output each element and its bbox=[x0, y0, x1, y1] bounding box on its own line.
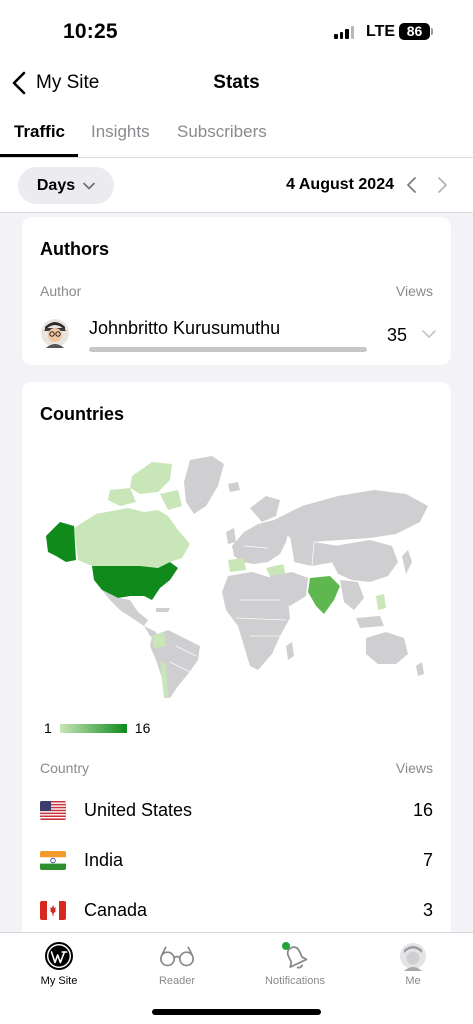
home-indicator bbox=[152, 1009, 321, 1015]
glasses-icon bbox=[159, 946, 195, 967]
author-column-header: Author bbox=[40, 283, 82, 299]
country-name: India bbox=[84, 850, 124, 870]
previous-period-button[interactable] bbox=[403, 174, 421, 196]
active-tab-indicator bbox=[0, 154, 78, 157]
tab-reader[interactable]: Reader bbox=[118, 941, 236, 987]
navigation-bar: My Site Stats bbox=[0, 60, 473, 108]
authors-card: Authors Author Views Johnbritto Kurusumu… bbox=[22, 217, 451, 365]
authors-title: Authors bbox=[40, 239, 109, 259]
russia-region bbox=[274, 490, 428, 542]
us-flag-icon bbox=[40, 801, 66, 820]
tab-label: Me bbox=[405, 975, 421, 987]
stats-screen: 10:25 LTE 86 My Site Stats Traffic Insig… bbox=[0, 0, 473, 1024]
notification-dot bbox=[282, 942, 290, 950]
battery-cap bbox=[431, 28, 433, 35]
scandinavia-region bbox=[250, 496, 280, 522]
status-time: 10:25 bbox=[63, 20, 118, 43]
country-views: 7 bbox=[422, 850, 433, 870]
country-name: Canada bbox=[84, 900, 148, 920]
tab-label: My Site bbox=[40, 975, 78, 987]
tab-traffic[interactable]: Traffic bbox=[14, 122, 65, 142]
author-avatar bbox=[41, 319, 69, 348]
country-column-header: Country bbox=[40, 760, 90, 776]
period-label: Days bbox=[36, 176, 76, 194]
australia-region bbox=[366, 632, 408, 664]
chevron-down-icon bbox=[422, 330, 436, 338]
countries-card: Countries 1 16 Country Views United Stat… bbox=[22, 382, 451, 942]
canada-region bbox=[74, 508, 190, 568]
chevron-left-icon bbox=[12, 71, 26, 95]
country-row[interactable]: Canada 3 bbox=[22, 891, 451, 931]
wordpress-icon bbox=[45, 942, 73, 970]
country-row[interactable]: United States 16 bbox=[22, 791, 451, 831]
world-map bbox=[46, 456, 428, 698]
legend-gradient bbox=[59, 723, 127, 733]
uk-region bbox=[226, 528, 236, 544]
greenland-region bbox=[184, 456, 224, 514]
tab-label: Reader bbox=[158, 975, 196, 987]
country-row[interactable]: India 7 bbox=[22, 841, 451, 881]
legend-min: 1 bbox=[44, 720, 52, 736]
status-bar: 10:25 LTE 86 bbox=[0, 0, 473, 60]
country-views: 16 bbox=[412, 800, 433, 820]
author-views: 35 bbox=[386, 325, 407, 345]
map-legend: 1 16 bbox=[44, 720, 150, 736]
southeast-asia-region bbox=[340, 580, 364, 610]
period-bar: Days 4 August 2024 bbox=[0, 158, 473, 213]
canada-islands-region bbox=[130, 462, 172, 494]
author-row[interactable]: Johnbritto Kurusumuthu 35 bbox=[22, 312, 451, 362]
japan-region bbox=[402, 550, 412, 574]
network-label: LTE bbox=[366, 23, 396, 40]
tab-subscribers[interactable]: Subscribers bbox=[177, 122, 267, 142]
chevron-down-icon bbox=[83, 182, 95, 189]
tab-insights[interactable]: Insights bbox=[91, 122, 150, 142]
bell-icon bbox=[282, 942, 308, 969]
india-region bbox=[308, 576, 340, 614]
author-name: Johnbritto Kurusumuthu bbox=[89, 318, 281, 338]
battery-icon: 86 bbox=[399, 23, 430, 40]
alaska-region bbox=[46, 522, 76, 562]
usa-region bbox=[92, 562, 178, 600]
canada-flag-icon bbox=[40, 901, 66, 920]
avatar-icon bbox=[400, 943, 426, 971]
china-region bbox=[332, 540, 398, 582]
date-label: 4 August 2024 bbox=[286, 176, 394, 193]
spain-region bbox=[228, 558, 246, 572]
tab-me[interactable]: Me bbox=[354, 941, 472, 987]
tab-my-site[interactable]: My Site bbox=[0, 941, 118, 987]
country-views: 3 bbox=[422, 900, 433, 920]
india-flag-icon bbox=[40, 851, 66, 870]
tab-notifications[interactable]: Notifications bbox=[236, 941, 354, 987]
countries-title: Countries bbox=[40, 404, 125, 424]
tab-label: Notifications bbox=[265, 975, 325, 987]
back-button[interactable]: My Site bbox=[10, 70, 99, 96]
next-period-button[interactable] bbox=[433, 174, 451, 196]
views-column-header: Views bbox=[395, 760, 433, 776]
legend-max: 16 bbox=[134, 720, 151, 736]
stats-tabs: Traffic Insights Subscribers bbox=[0, 108, 473, 158]
author-views-bar bbox=[89, 347, 367, 352]
country-name: United States bbox=[84, 800, 193, 820]
views-column-header: Views bbox=[395, 283, 433, 299]
signal-icon bbox=[334, 26, 354, 39]
period-selector[interactable]: Days bbox=[18, 167, 114, 204]
back-label: My Site bbox=[36, 72, 100, 93]
